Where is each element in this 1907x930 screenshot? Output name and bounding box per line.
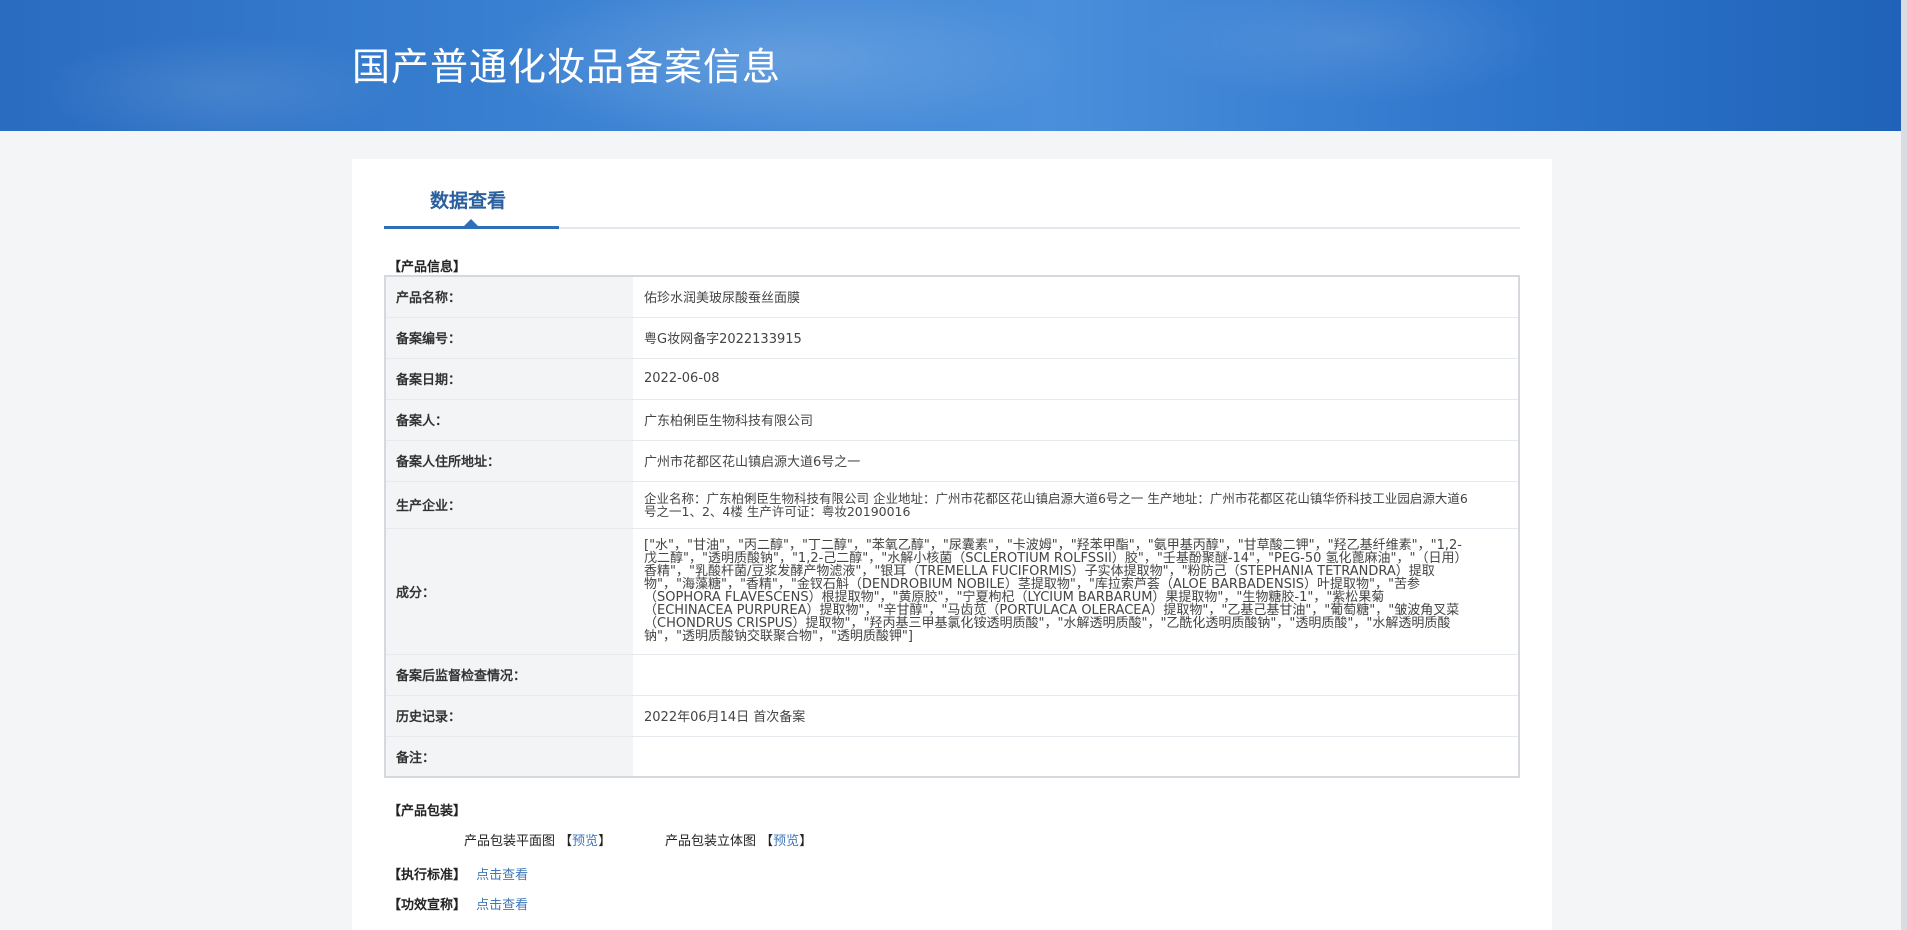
section-title-efficacy: 【功效宣称】 [388, 898, 467, 913]
efficacy-row: 【功效宣称】 点击查看 [388, 894, 528, 913]
table-row: 备案人住所地址： 广州市花都区花山镇启源大道6号之一 [385, 440, 1519, 482]
table-row: 备案编号： 粤G妆网备字2022133915 [385, 317, 1519, 359]
row-value: 企业名称：广东柏俐臣生物科技有限公司 企业地址：广州市花都区花山镇启源大道6号之… [633, 481, 1519, 529]
row-label: 备案日期： [385, 358, 633, 400]
row-label: 历史记录： [385, 695, 633, 737]
scrollbar-track[interactable] [1901, 0, 1907, 930]
row-value: 2022年06月14日 首次备案 [633, 695, 1519, 737]
packaging-flat-preview-link[interactable]: 预览 [572, 834, 598, 849]
row-value: 2022-06-08 [633, 358, 1519, 400]
row-value [633, 654, 1519, 696]
table-row: 备案后监督检查情况： [385, 654, 1519, 696]
page-title: 国产普通化妆品备案信息 [352, 45, 782, 89]
table-row: 备案日期： 2022-06-08 [385, 358, 1519, 400]
section-title-standard: 【执行标准】 [388, 868, 467, 883]
content-panel: 数据查看 【产品信息】 产品名称： 佑珍水润美玻尿酸蚕丝面膜 备案编号： 粤G妆… [352, 159, 1552, 930]
row-value: 广州市花都区花山镇启源大道6号之一 [633, 440, 1519, 482]
table-row: 历史记录： 2022年06月14日 首次备案 [385, 695, 1519, 737]
row-label: 生产企业： [385, 481, 633, 529]
caret-up-icon [464, 219, 478, 226]
bracket-close: 】 [799, 834, 813, 849]
table-row: 备案人： 广东柏俐臣生物科技有限公司 [385, 399, 1519, 441]
row-label: 备案后监督检查情况： [385, 654, 633, 696]
bracket-open: 【 [760, 834, 774, 849]
section-title-packaging: 【产品包装】 [388, 804, 467, 819]
row-label: 成分： [385, 528, 633, 655]
bracket-open: 【 [559, 834, 573, 849]
ingredients-value: ["水"，"甘油"，"丙二醇"，"丁二醇"，"苯氧乙醇"，"尿囊素"，"卡波姆"… [633, 528, 1519, 655]
product-info-table: 产品名称： 佑珍水润美玻尿酸蚕丝面膜 备案编号： 粤G妆网备字202213391… [384, 275, 1520, 778]
row-label: 备案人： [385, 399, 633, 441]
efficacy-view-link[interactable]: 点击查看 [476, 898, 528, 913]
page-header: 国产普通化妆品备案信息 [0, 0, 1907, 131]
table-row: 产品名称： 佑珍水润美玻尿酸蚕丝面膜 [385, 276, 1519, 318]
row-value: 佑珍水润美玻尿酸蚕丝面膜 [633, 276, 1519, 318]
bracket-close: 】 [598, 834, 612, 849]
table-row: 成分： ["水"，"甘油"，"丙二醇"，"丁二醇"，"苯氧乙醇"，"尿囊素"，"… [385, 528, 1519, 655]
row-value: 广东柏俐臣生物科技有限公司 [633, 399, 1519, 441]
standard-view-link[interactable]: 点击查看 [476, 868, 528, 883]
row-label: 备注： [385, 736, 633, 777]
row-label: 备案编号： [385, 317, 633, 359]
tab-active-indicator [384, 226, 559, 229]
row-value [633, 736, 1519, 777]
tab-data-view[interactable]: 数据查看 [430, 186, 506, 213]
table-row: 备注： [385, 736, 1519, 777]
tab-bar: 数据查看 [384, 159, 1520, 229]
packaging-flat-label: 产品包装平面图 [464, 834, 556, 849]
row-label: 产品名称： [385, 276, 633, 318]
packaging-stereo-item: 产品包装立体图 【预览】 [665, 830, 812, 849]
row-value: 粤G妆网备字2022133915 [633, 317, 1519, 359]
row-label: 备案人住所地址： [385, 440, 633, 482]
packaging-flat-item: 产品包装平面图 【预览】 [464, 830, 611, 849]
packaging-stereo-preview-link[interactable]: 预览 [773, 834, 799, 849]
table-row: 生产企业： 企业名称：广东柏俐臣生物科技有限公司 企业地址：广州市花都区花山镇启… [385, 481, 1519, 529]
standard-row: 【执行标准】 点击查看 [388, 864, 528, 883]
packaging-stereo-label: 产品包装立体图 [665, 834, 757, 849]
section-title-product-info: 【产品信息】 [388, 260, 467, 275]
